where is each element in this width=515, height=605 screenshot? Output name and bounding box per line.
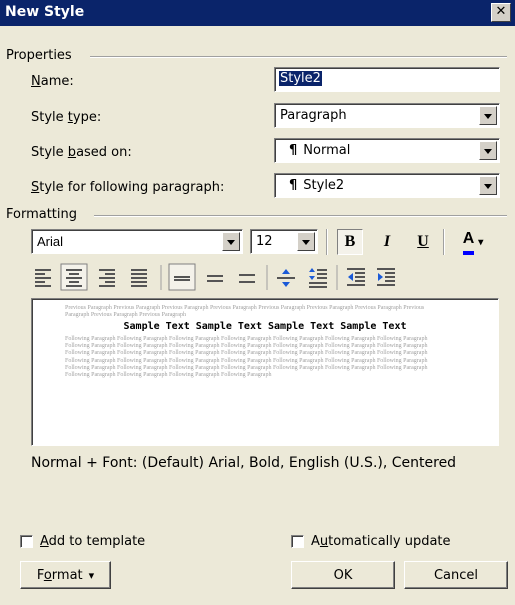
format-button-label: Format — [36, 567, 83, 583]
toolbar-separator — [443, 229, 445, 255]
name-field-value: Style2 — [279, 71, 322, 86]
chevron-down-icon[interactable] — [222, 232, 240, 251]
toolbar-separator — [326, 229, 328, 255]
style-type-label: Style type: — [31, 110, 102, 125]
properties-group-label: Properties — [6, 48, 78, 63]
dialog-title: New Style — [5, 4, 85, 20]
following-style-label: Style for following paragraph: — [31, 180, 225, 195]
style-type-value: Paragraph — [280, 108, 347, 123]
one-half-spacing-icon[interactable] — [207, 275, 223, 282]
name-field[interactable]: Style2 — [274, 67, 500, 92]
font-color-button[interactable]: A ▾ — [452, 229, 494, 255]
font-dropdown[interactable]: Arial — [31, 229, 243, 254]
cancel-button-label: Cancel — [433, 567, 479, 583]
font-size-dropdown[interactable]: 12 — [250, 229, 318, 254]
title-bar: New Style ✕ — [0, 0, 515, 26]
ok-button[interactable]: OK — [291, 561, 395, 589]
chevron-down-icon[interactable] — [479, 176, 497, 195]
auto-update-checkbox[interactable]: Automatically update — [291, 534, 451, 549]
italic-button[interactable]: I — [374, 229, 400, 255]
font-value: Arial — [37, 234, 64, 249]
chevron-down-icon: ▾ — [478, 236, 484, 248]
previous-paragraph-text: Previous Paragraph Previous Paragraph Pr… — [65, 305, 425, 318]
double-spacing-icon[interactable] — [239, 274, 255, 283]
decrease-indent-icon[interactable] — [347, 268, 365, 286]
based-on-label: Style based on: — [31, 145, 132, 160]
ok-button-label: OK — [333, 567, 353, 583]
cancel-button[interactable]: Cancel — [404, 561, 508, 589]
font-color-icon: A — [462, 230, 475, 255]
style-preview: Previous Paragraph Previous Paragraph Pr… — [31, 298, 499, 446]
chevron-down-icon[interactable] — [479, 106, 497, 125]
underline-button[interactable]: U — [410, 229, 436, 255]
style-description: Normal + Font: (Default) Arial, Bold, En… — [31, 455, 457, 471]
formatting-divider — [94, 215, 507, 217]
close-icon: ✕ — [495, 4, 507, 19]
sample-text: Sample Text Sample Text Sample Text Samp… — [123, 321, 407, 332]
based-on-dropdown[interactable]: ¶ Normal — [274, 138, 500, 163]
properties-divider — [90, 56, 507, 58]
pilcrow-icon: ¶ — [289, 143, 298, 158]
following-style-dropdown[interactable]: ¶ Style2 — [274, 173, 500, 198]
bold-button[interactable]: B — [337, 229, 363, 255]
following-style-value: Style2 — [303, 178, 345, 193]
font-size-value: 12 — [256, 234, 273, 249]
paragraph-toolbar — [35, 263, 395, 291]
chevron-down-icon: ▾ — [88, 568, 95, 582]
auto-update-label: Automatically update — [311, 534, 451, 549]
align-right-icon[interactable] — [99, 269, 115, 287]
format-button[interactable]: Format ▾ — [20, 561, 111, 589]
justify-icon[interactable] — [131, 269, 147, 287]
space-before-icon[interactable] — [277, 269, 295, 287]
add-to-template-checkbox[interactable]: Add to template — [20, 534, 145, 549]
space-after-icon[interactable] — [309, 268, 327, 288]
following-paragraph-text: Following Paragraph Following Paragraph … — [65, 336, 428, 379]
add-to-template-label: Add to template — [40, 534, 146, 549]
style-type-dropdown[interactable]: Paragraph — [274, 103, 500, 128]
align-left-icon[interactable] — [35, 269, 51, 287]
chevron-down-icon[interactable] — [297, 232, 315, 251]
based-on-value: Normal — [303, 143, 351, 158]
formatting-group-label: Formatting — [6, 207, 84, 222]
increase-indent-icon[interactable] — [377, 268, 395, 286]
pilcrow-icon: ¶ — [289, 178, 298, 193]
checkbox-box[interactable] — [291, 535, 304, 548]
checkbox-box[interactable] — [20, 535, 33, 548]
name-label: Name: — [31, 74, 74, 89]
chevron-down-icon[interactable] — [479, 141, 497, 160]
close-button[interactable]: ✕ — [491, 3, 511, 22]
